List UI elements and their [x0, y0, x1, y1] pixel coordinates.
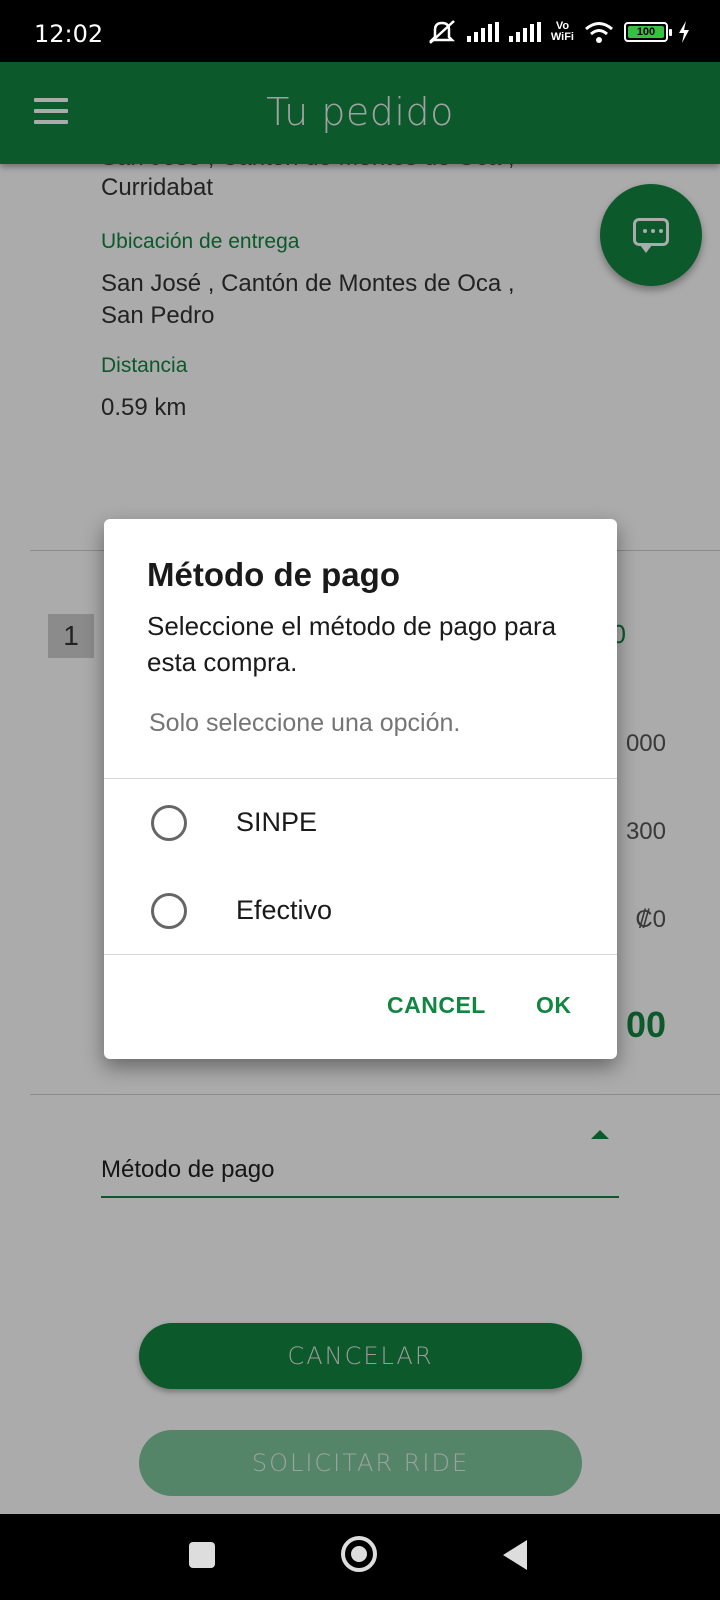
wifi-icon: [585, 22, 613, 43]
option-efectivo[interactable]: Efectivo: [104, 867, 617, 955]
home-icon[interactable]: [341, 1536, 377, 1572]
dialog-subtitle: Seleccione el método de pago para esta c…: [147, 611, 557, 677]
mute-icon: [428, 20, 455, 44]
signal-icon: [466, 22, 499, 42]
status-icons: Vo WiFi 100: [427, 18, 690, 46]
dialog-divider: [104, 954, 617, 955]
dialog-cancel-button[interactable]: CANCEL: [387, 992, 486, 1019]
vowifi-icon: Vo WiFi: [550, 20, 574, 43]
charging-icon: [679, 21, 689, 43]
battery-level: 100: [628, 26, 664, 38]
radio-button-sinpe[interactable]: [151, 805, 187, 841]
back-icon[interactable]: [503, 1540, 527, 1570]
dialog-hint: Solo seleccione una opción.: [149, 709, 461, 737]
option-label-efectivo: Efectivo: [236, 895, 333, 925]
battery-icon: 100: [624, 22, 672, 42]
option-label-sinpe: SINPE: [236, 807, 318, 837]
recents-icon[interactable]: [189, 1542, 215, 1568]
payment-method-dialog: Método de pago Seleccione el método de p…: [104, 519, 617, 1059]
dialog-ok-button[interactable]: OK: [536, 992, 572, 1019]
dialog-title: Método de pago: [147, 556, 400, 593]
option-sinpe[interactable]: SINPE: [104, 779, 617, 867]
status-bar: 12:02 Vo WiFi 100: [0, 0, 720, 62]
signal-icon: [508, 22, 541, 42]
radio-button-efectivo[interactable]: [151, 893, 187, 929]
system-nav-bar: [0, 1514, 720, 1600]
status-time: 12:02: [34, 20, 104, 48]
